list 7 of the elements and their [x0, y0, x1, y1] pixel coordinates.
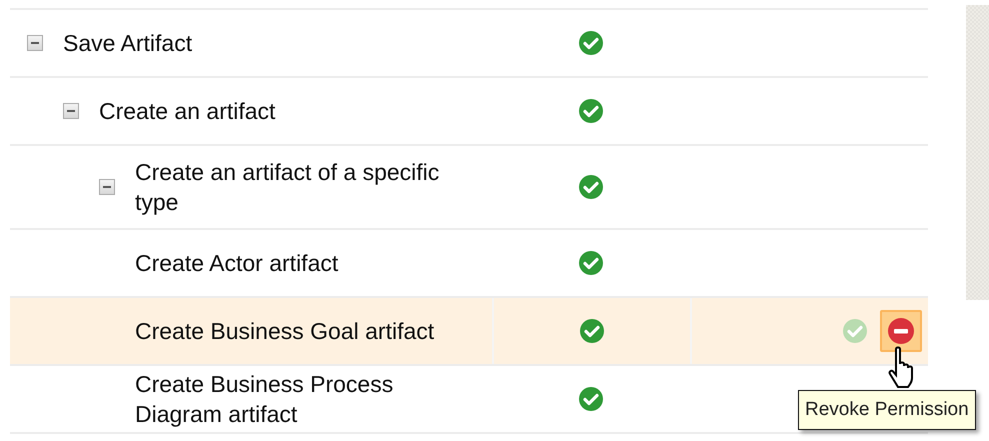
- permission-name: Create Business Process Diagram artifact: [135, 370, 394, 429]
- permission-name: Save Artifact: [63, 29, 192, 58]
- permission-name: Create an artifact of a specific type: [135, 158, 440, 217]
- tooltip: Revoke Permission: [798, 390, 976, 430]
- permission-name: Create Business Goal artifact: [135, 317, 434, 346]
- permission-name: Create an artifact: [99, 97, 276, 126]
- permission-name: Create Actor artifact: [135, 249, 338, 278]
